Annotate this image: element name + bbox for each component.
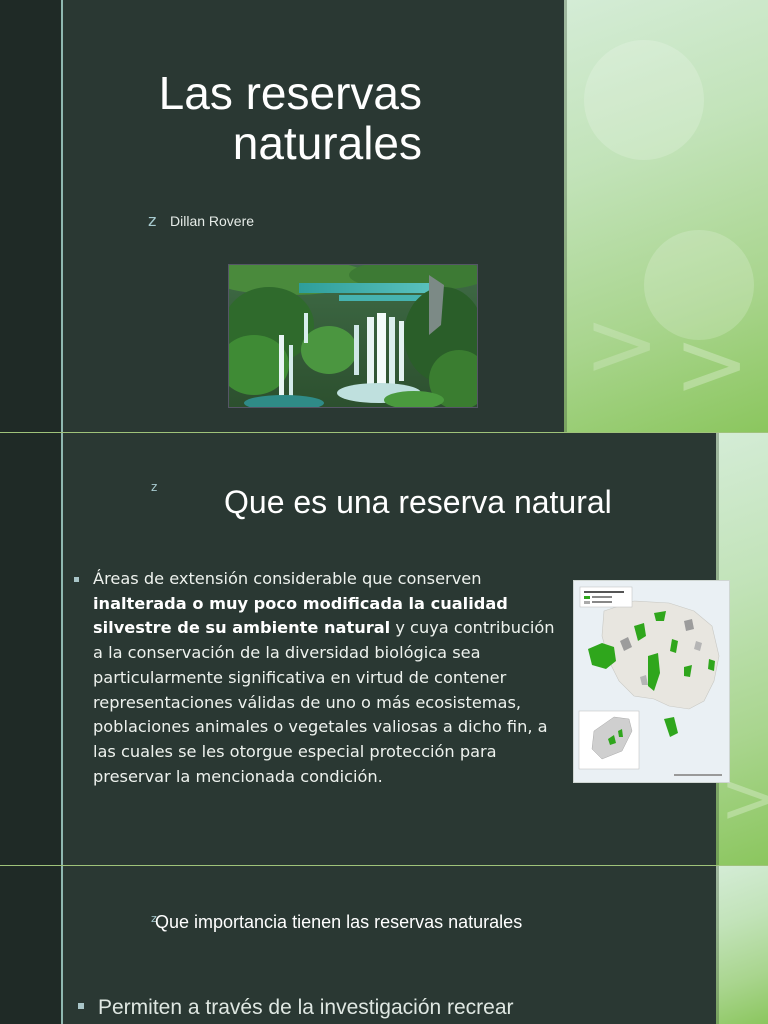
waterfall-photo xyxy=(228,264,478,408)
slide-heading: Que es una reserva natural xyxy=(224,484,612,520)
slide-definition: > z Que es una reserva natural Áreas de … xyxy=(0,433,768,865)
slide-heading: Que importancia tienen las reservas natu… xyxy=(155,912,523,932)
bullet-square-icon xyxy=(78,1003,84,1009)
title-line-1: Las reservas xyxy=(158,67,422,119)
author-name: Dillan Rovere xyxy=(170,213,255,229)
bullet-z-icon: z xyxy=(148,211,157,230)
definition-paragraph: Áreas de extensión considerable que cons… xyxy=(93,567,555,789)
reserves-map xyxy=(573,580,730,783)
left-bar xyxy=(0,0,61,432)
left-bar xyxy=(0,433,61,865)
paragraph-text-end: y cuya contribución a la conservación de… xyxy=(93,618,555,786)
paragraph-text-start: Áreas de extensión considerable que cons… xyxy=(93,569,482,588)
bullet-square-icon xyxy=(74,577,79,582)
presentation-title: Las reservas naturales xyxy=(142,68,422,168)
left-accent-line xyxy=(61,866,63,1024)
slide-title: > > Las reservas naturales z Dillan Rove… xyxy=(0,0,768,432)
left-bar xyxy=(0,866,61,1024)
left-accent-line xyxy=(61,0,63,432)
title-line-2: naturales xyxy=(232,117,422,169)
bullet-z-icon: z xyxy=(151,480,158,494)
decorative-green-panel xyxy=(716,866,768,1024)
decorative-green-panel: > > xyxy=(564,0,768,432)
slide-importance: z Que importancia tienen las reservas na… xyxy=(0,866,768,1024)
bullet-text: Permiten a través de la investigación re… xyxy=(98,996,514,1019)
left-accent-line xyxy=(61,433,63,865)
